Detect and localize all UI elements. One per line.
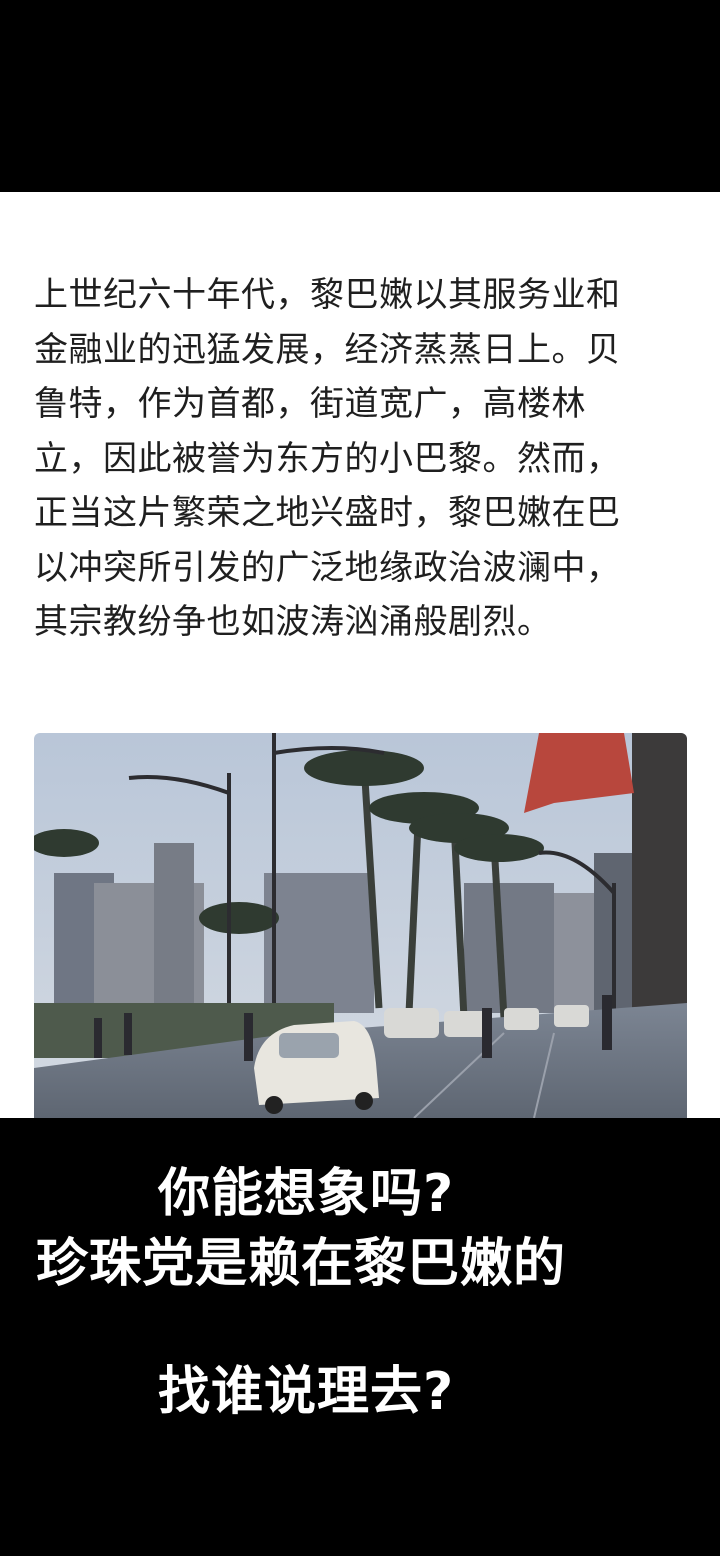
article-line: 金融业的迅猛发展，经济蒸蒸日上。贝 (34, 329, 621, 370)
article-line: 鲁特，作为首都，街道宽广，高楼林 (34, 384, 586, 424)
street-photo (34, 733, 687, 1118)
caption-line-1: 你能想象吗? (158, 1164, 455, 1224)
article-line: 正当这片繁荣之地兴盛时，黎巴嫩在巴 (34, 493, 621, 533)
article-line: 上世纪六十年代，黎巴嫩以其服务业和 (34, 275, 621, 315)
article-line: 以冲突所引发的广泛地缘政治波澜中， (34, 547, 621, 588)
caption-line-3: 找谁说理去? (158, 1362, 455, 1422)
article-line: 立，因此被誉为东方的小巴黎。然而， (34, 438, 621, 479)
article-body: 上世纪六十年代，黎巴嫩以其服务业和 金融业的迅猛发展，经济蒸蒸日上。贝 鲁特，作… (34, 268, 694, 650)
article-line: 其宗教纷争也如波涛汹涌般剧烈。 (34, 602, 552, 642)
caption-line-2: 珍珠党是赖在黎巴嫩的 (36, 1234, 567, 1294)
top-black-bar (0, 0, 720, 192)
